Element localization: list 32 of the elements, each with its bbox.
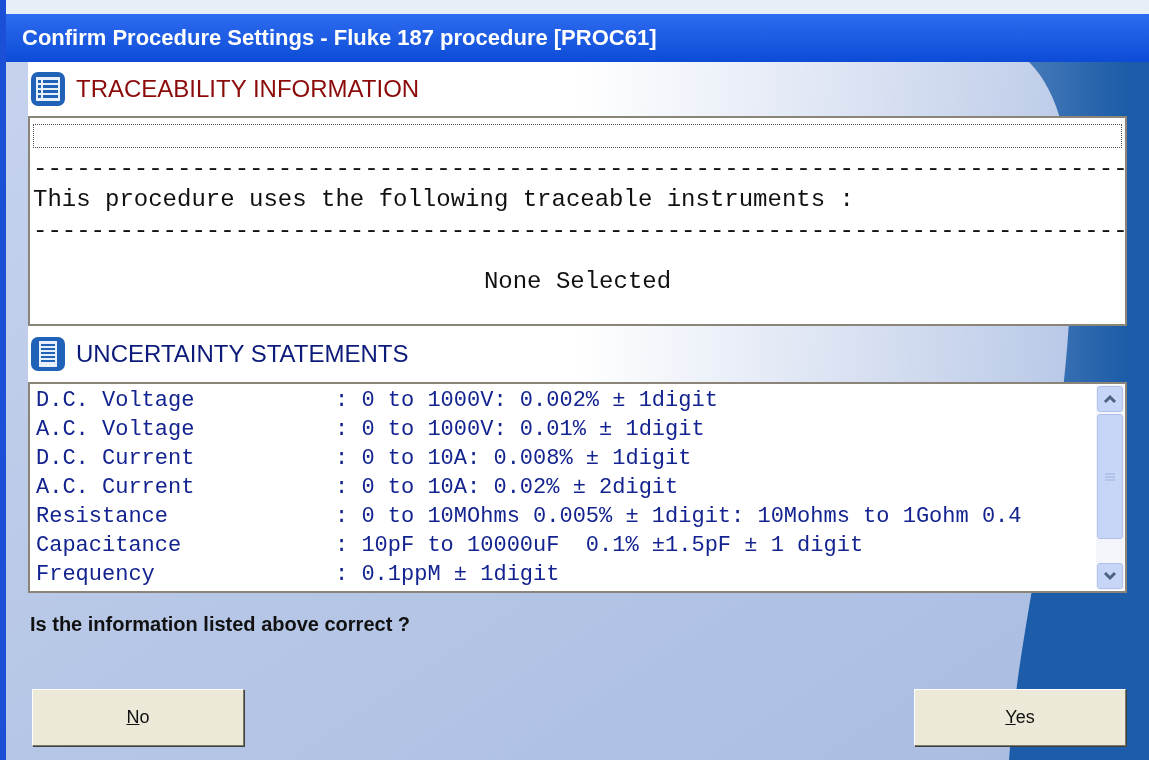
uncertainty-value: : 0 to 10A: 0.02% ± 2digit bbox=[335, 474, 679, 502]
dashed-rule: ---------------------------------------------------------------------------- bbox=[33, 216, 1128, 245]
uncertainty-value: : 0.1ppM ± 1digit bbox=[335, 561, 560, 589]
chevron-up-icon bbox=[1103, 394, 1117, 404]
measurement-label: D.C. Voltage bbox=[36, 387, 196, 415]
uncertainty-value: : 0 to 10MOhms 0.005% ± 1digit: 10Mohms to 1Gohm 0.4 bbox=[335, 503, 1022, 531]
measurement-label: Resistance bbox=[36, 503, 170, 531]
info-text: This procedure uses the following traceable instruments : bbox=[33, 185, 855, 215]
measurement-label: A.C. Voltage bbox=[36, 416, 196, 444]
dashed-rule: ---------------------------------------------------------------------------- bbox=[33, 154, 1128, 183]
section-heading: UNCERTAINTY STATEMENTS bbox=[76, 339, 409, 369]
info-text: None Selected bbox=[483, 267, 672, 296]
uncertainty-value: : 10pF to 10000uF 0.1% ±1.5pF ± 1 digit bbox=[335, 532, 864, 560]
dialog-button[interactable]: No bbox=[32, 689, 244, 746]
chevron-down-icon bbox=[1103, 571, 1117, 581]
measurement-label: D.C. Current bbox=[36, 445, 196, 473]
dialog-button[interactable]: Yes bbox=[914, 689, 1126, 746]
scrollbar[interactable] bbox=[1096, 385, 1124, 590]
question-text: Is the information listed above correct ? bbox=[29, 612, 412, 637]
section-heading: TRACEABILITY INFORMATION bbox=[76, 74, 420, 104]
uncertainty-value: : 0 to 1000V: 0.01% ± 1digit bbox=[335, 416, 705, 444]
scroll-down-button[interactable] bbox=[1097, 563, 1123, 589]
list-icon bbox=[30, 71, 66, 107]
scroll-up-button[interactable] bbox=[1097, 386, 1123, 412]
uncertainty-value: : 0 to 1000V: 0.002% ± 1digit bbox=[335, 387, 718, 415]
scroll-thumb[interactable] bbox=[1097, 414, 1123, 539]
measurement-label: A.C. Current bbox=[36, 474, 196, 502]
measurement-label: Frequency bbox=[36, 561, 156, 589]
window-title: Confirm Procedure Settings - Fluke 187 procedure [PROC61] bbox=[6, 0, 1149, 62]
uncertainty-value: : 0 to 10A: 0.008% ± 1digit bbox=[335, 445, 692, 473]
measurement-label: Capacitance bbox=[36, 532, 183, 560]
document-icon bbox=[30, 336, 66, 372]
